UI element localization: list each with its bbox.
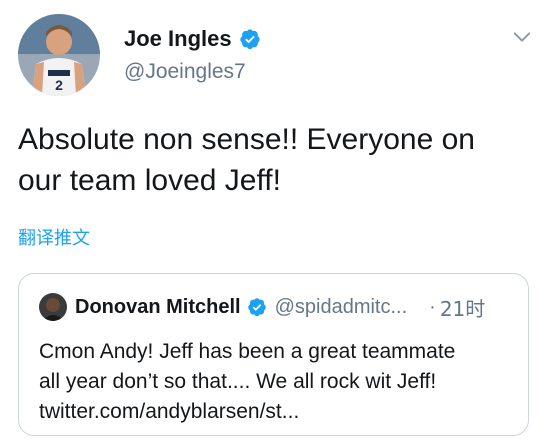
chevron-down-icon[interactable] [511, 26, 533, 48]
author-handle[interactable]: @Joeingles7 [124, 60, 246, 84]
quoted-text-line: all year don’t so that.... We all rock w… [39, 370, 437, 393]
separator-dot: · [429, 295, 436, 318]
tweet-card[interactable]: 2 Joe Ingles @Joeingles7 Absolute non se… [0, 0, 550, 441]
quoted-text-line: Cmon Andy! Jeff has been a great teammat… [39, 340, 456, 363]
quoted-timestamp: 21时 [439, 296, 486, 321]
quoted-author-avatar [39, 293, 67, 321]
author-display-name[interactable]: Joe Ingles [124, 26, 232, 52]
tweet-text: Absolute non sense!! Everyone on our tea… [18, 119, 538, 201]
author-name-row[interactable]: Joe Ingles [124, 24, 261, 54]
tweet-text-line: our team loved Jeff! [18, 164, 281, 197]
quoted-link-text[interactable]: twitter.com/andyblarsen/st... [39, 397, 519, 427]
svg-text:2: 2 [55, 77, 63, 93]
quoted-author-name: Donovan Mitchell [75, 295, 241, 318]
author-avatar[interactable]: 2 [18, 14, 100, 96]
quoted-tweet-card[interactable]: Donovan Mitchell @spidadmitc... · 21时 Cm… [18, 273, 529, 436]
verified-badge-icon [239, 29, 260, 50]
verified-badge-icon [247, 298, 266, 317]
quoted-tweet-header: Donovan Mitchell @spidadmitc... · 21时 [39, 292, 485, 322]
translate-tweet-link[interactable]: 翻译推文 [18, 224, 90, 250]
quoted-tweet-text: Cmon Andy! Jeff has been a great teammat… [39, 337, 519, 427]
tweet-text-line: Absolute non sense!! Everyone on [18, 123, 475, 156]
quoted-author-handle: @spidadmitc... [274, 295, 408, 318]
